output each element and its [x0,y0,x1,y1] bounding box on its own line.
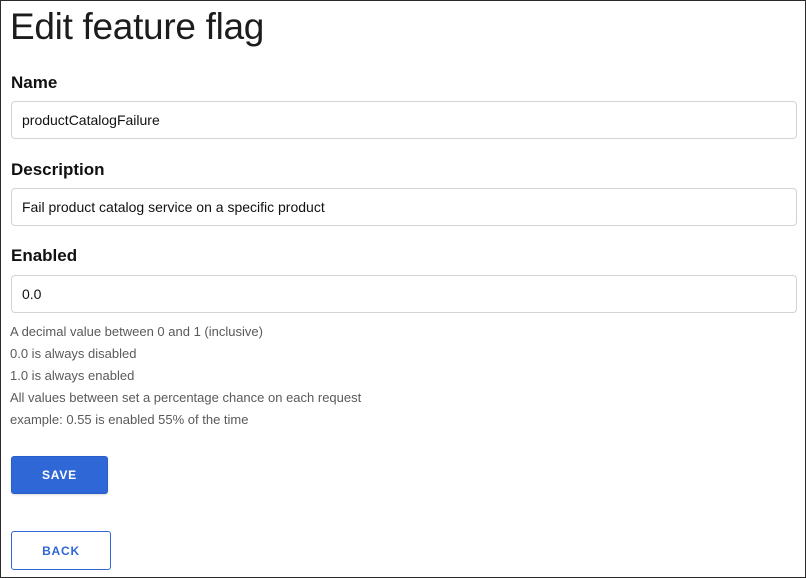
description-input[interactable] [11,188,797,226]
help-line: All values between set a percentage chan… [10,390,362,405]
name-label: Name [11,73,58,92]
enabled-label: Enabled [11,246,78,265]
save-button[interactable]: SAVE [11,456,108,494]
enabled-input[interactable] [11,275,797,313]
page-title: Edit feature flag [10,6,265,47]
back-button[interactable]: BACK [11,531,111,570]
enabled-help-text: A decimal value between 0 and 1 (inclusi… [10,321,361,431]
help-line: A decimal value between 0 and 1 (inclusi… [10,324,263,339]
name-input[interactable] [11,101,797,139]
help-line: 0.0 is always disabled [10,346,137,361]
help-line: 1.0 is always enabled [10,368,135,383]
edit-feature-flag-page: Edit feature flag Name Description Enabl… [0,0,806,578]
help-line: example: 0.55 is enabled 55% of the time [10,412,249,427]
description-label: Description [11,160,105,179]
